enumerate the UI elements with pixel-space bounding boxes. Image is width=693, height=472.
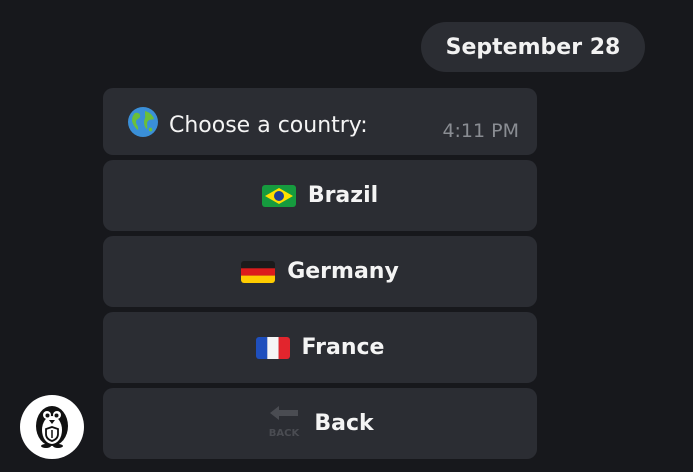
date-label: September 28 (445, 34, 621, 60)
brazil-flag-icon (261, 184, 296, 207)
message-content: Choose a country: (127, 106, 368, 144)
back-icon-text: BACK (269, 428, 301, 439)
keyboard-button-label: Brazil (307, 183, 379, 208)
keyboard-button-label: France (301, 335, 385, 360)
back-arrow-icon: BACK (266, 403, 302, 445)
globe-icon (127, 106, 159, 144)
germany-flag-icon (241, 260, 276, 283)
keyboard-button-france[interactable]: France (103, 312, 537, 383)
chat-view: September 28 Choose a country: 4:11 PM B… (0, 0, 693, 472)
penguin-icon (27, 400, 77, 454)
keyboard-button-germany[interactable]: Germany (103, 236, 537, 307)
bot-avatar[interactable] (20, 395, 84, 459)
bot-message: Choose a country: 4:11 PM (103, 88, 537, 155)
france-flag-icon (255, 336, 290, 359)
keyboard-button-label: Germany (287, 259, 399, 284)
date-separator: September 28 (421, 22, 645, 72)
message-text: Choose a country: (169, 112, 368, 138)
keyboard-button-label: Back (314, 411, 374, 436)
keyboard-button-brazil[interactable]: Brazil (103, 160, 537, 231)
keyboard-button-back[interactable]: BACK Back (103, 388, 537, 459)
message-time: 4:11 PM (442, 120, 519, 142)
